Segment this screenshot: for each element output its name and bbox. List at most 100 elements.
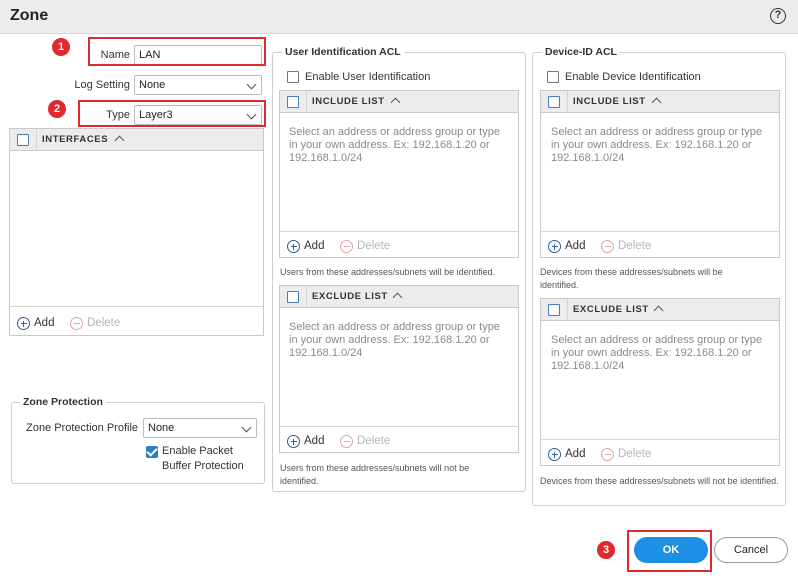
- device-include-grid: INCLUDE LIST Select an address or addres…: [540, 90, 780, 258]
- add-icon[interactable]: [287, 435, 300, 448]
- sort-up-icon[interactable]: [651, 97, 662, 108]
- add-icon[interactable]: [17, 317, 30, 330]
- sort-up-icon[interactable]: [392, 292, 403, 303]
- select-all-checkbox[interactable]: [287, 291, 299, 303]
- user-exclude-delete-button: Delete: [357, 435, 391, 447]
- exclude-list-label: EXCLUDE LIST: [573, 304, 649, 315]
- zone-protection-profile-value: None: [148, 422, 175, 434]
- user-include-add-button[interactable]: Add: [304, 240, 324, 252]
- divider: [306, 91, 307, 113]
- user-exclude-header: EXCLUDE LIST: [280, 286, 518, 308]
- divider: [306, 286, 307, 308]
- device-exclude-add-button[interactable]: Add: [565, 448, 585, 460]
- sort-up-icon[interactable]: [114, 135, 125, 146]
- exclude-placeholder-2: in your own address. Ex: 192.168.1.20 or: [551, 347, 752, 359]
- device-include-add-button[interactable]: Add: [565, 240, 585, 252]
- highlight-name: [88, 37, 266, 66]
- divider: [10, 306, 263, 307]
- select-all-checkbox[interactable]: [287, 96, 299, 108]
- interfaces-delete-button: Delete: [87, 317, 121, 329]
- packet-buffer-label-2: Buffer Protection: [162, 460, 244, 472]
- user-exclude-note-2: identified.: [280, 476, 319, 486]
- zone-protection-profile-select[interactable]: None: [143, 418, 257, 438]
- enable-user-id-checkbox[interactable]: [287, 71, 299, 83]
- select-all-checkbox[interactable]: [17, 134, 29, 146]
- include-list-label: INCLUDE LIST: [573, 96, 646, 107]
- device-include-delete-button: Delete: [618, 240, 652, 252]
- log-setting-label: Log Setting: [74, 79, 130, 91]
- zone-protection-title: Zone Protection: [20, 396, 106, 408]
- title-bar: Zone ?: [0, 0, 798, 34]
- ok-button[interactable]: OK: [634, 537, 708, 563]
- delete-icon: [340, 435, 353, 448]
- select-all-checkbox[interactable]: [548, 304, 560, 316]
- zone-protection-profile-label: Zone Protection Profile: [26, 422, 138, 434]
- device-include-note-1: Devices from these addresses/subnets wil…: [540, 267, 723, 277]
- log-setting-select[interactable]: None: [134, 75, 262, 95]
- exclude-placeholder-1: Select an address or address group or ty…: [289, 321, 500, 333]
- divider: [280, 426, 518, 427]
- interfaces-add-button[interactable]: Add: [34, 317, 54, 329]
- highlight-type: [78, 100, 266, 127]
- divider: [541, 439, 779, 440]
- include-placeholder-3: 192.168.1.0/24: [551, 152, 625, 164]
- packet-buffer-label-1: Enable Packet: [162, 445, 233, 457]
- enable-user-id-label: Enable User Identification: [305, 71, 431, 83]
- include-list-label: INCLUDE LIST: [312, 96, 385, 107]
- enable-device-id-label: Enable Device Identification: [565, 71, 701, 83]
- include-placeholder-2: in your own address. Ex: 192.168.1.20 or: [289, 139, 490, 151]
- user-include-grid: INCLUDE LIST Select an address or addres…: [279, 90, 519, 258]
- device-exclude-header: EXCLUDE LIST: [541, 299, 779, 321]
- step-badge-1: 1: [52, 38, 70, 56]
- packet-buffer-checkbox[interactable]: [146, 446, 158, 458]
- sort-up-icon[interactable]: [653, 305, 664, 316]
- divider: [567, 91, 568, 113]
- device-exclude-delete-button: Delete: [618, 448, 652, 460]
- include-placeholder-1: Select an address or address group or ty…: [551, 126, 762, 138]
- dialog-title: Zone: [10, 7, 49, 24]
- enable-device-id-checkbox[interactable]: [547, 71, 559, 83]
- step-badge-2: 2: [48, 100, 66, 118]
- help-icon[interactable]: ?: [770, 8, 786, 24]
- cancel-button[interactable]: Cancel: [714, 537, 788, 563]
- user-include-note: Users from these addresses/subnets will …: [280, 267, 496, 277]
- include-placeholder-3: 192.168.1.0/24: [289, 152, 363, 164]
- add-icon[interactable]: [287, 240, 300, 253]
- device-id-acl-title: Device-ID ACL: [542, 46, 620, 58]
- sort-up-icon[interactable]: [390, 97, 401, 108]
- delete-icon: [601, 240, 614, 253]
- user-id-acl-title: User Identification ACL: [282, 46, 404, 58]
- chevron-down-icon: [241, 422, 252, 433]
- exclude-placeholder-3: 192.168.1.0/24: [551, 360, 625, 372]
- interfaces-grid: INTERFACES Add Delete: [9, 128, 264, 336]
- exclude-placeholder-2: in your own address. Ex: 192.168.1.20 or: [289, 334, 490, 346]
- delete-icon: [601, 448, 614, 461]
- divider: [36, 129, 37, 151]
- user-include-header: INCLUDE LIST: [280, 91, 518, 113]
- user-exclude-note-1: Users from these addresses/subnets will …: [280, 463, 470, 473]
- select-all-checkbox[interactable]: [548, 96, 560, 108]
- add-icon[interactable]: [548, 448, 561, 461]
- interfaces-header: INTERFACES: [10, 129, 263, 151]
- user-include-delete-button: Delete: [357, 240, 391, 252]
- user-exclude-add-button[interactable]: Add: [304, 435, 324, 447]
- add-icon[interactable]: [548, 240, 561, 253]
- zone-dialog: Zone ? Name LAN Log Setting None Type La…: [0, 0, 798, 581]
- device-include-header: INCLUDE LIST: [541, 91, 779, 113]
- exclude-placeholder-1: Select an address or address group or ty…: [551, 334, 762, 346]
- device-exclude-grid: EXCLUDE LIST Select an address or addres…: [540, 298, 780, 466]
- exclude-placeholder-3: 192.168.1.0/24: [289, 347, 363, 359]
- step-badge-3: 3: [597, 541, 615, 559]
- chevron-down-icon: [246, 79, 257, 90]
- exclude-list-label: EXCLUDE LIST: [312, 291, 388, 302]
- delete-icon: [70, 317, 83, 330]
- divider: [567, 299, 568, 321]
- include-placeholder-2: in your own address. Ex: 192.168.1.20 or: [551, 139, 752, 151]
- divider: [541, 231, 779, 232]
- device-exclude-note: Devices from these addresses/subnets wil…: [540, 476, 779, 486]
- include-placeholder-1: Select an address or address group or ty…: [289, 126, 500, 138]
- device-include-note-2: identified.: [540, 280, 579, 290]
- divider: [280, 231, 518, 232]
- delete-icon: [340, 240, 353, 253]
- user-exclude-grid: EXCLUDE LIST Select an address or addres…: [279, 285, 519, 453]
